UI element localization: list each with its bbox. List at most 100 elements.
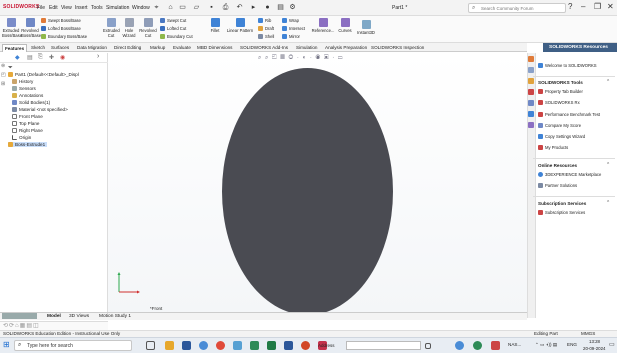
filter-icon[interactable]: ⏷ (8, 65, 13, 72)
home-icon[interactable]: ⌂ (166, 3, 175, 12)
file-properties-icon[interactable]: ▤ (276, 3, 285, 12)
section-title-tools[interactable]: SOLIDWORKS Tools (538, 80, 583, 85)
menu-file[interactable]: File (37, 5, 45, 11)
options-icon[interactable]: ⚙ (288, 3, 297, 12)
collapse-section-icon[interactable]: ⌃ (606, 162, 610, 168)
revolved-boss-button[interactable]: Revolved Boss/Base (21, 18, 41, 38)
shell-button[interactable]: Shell (258, 34, 274, 40)
dimxpert-tab-icon[interactable]: ✚ (49, 54, 54, 61)
tree-item-solid-bodies[interactable]: Solid Bodies(1) (12, 100, 50, 106)
copy-settings-link[interactable]: Copy Settings Wizard (538, 134, 585, 140)
print-icon[interactable]: ⎙ (221, 3, 230, 12)
tree-root[interactable]: Part1 (Default<<Default>_Displ (8, 72, 79, 78)
tray-icons[interactable]: ⌃ ▭ ◖)) ▤ (535, 342, 557, 348)
menu-edit[interactable]: Edit (49, 5, 58, 11)
extruded-boss-button[interactable]: Extruded Boss/Base (2, 18, 22, 38)
hole-wizard-button[interactable]: Hole Wizard (120, 18, 138, 38)
tab-motion-study[interactable]: Motion Study 1 (99, 313, 131, 320)
property-tab-builder-link[interactable]: Property Tab Builder (538, 89, 583, 95)
chevron-right-icon[interactable]: › (97, 53, 99, 60)
tab-features[interactable]: Features (2, 44, 28, 52)
collapse-section-icon[interactable]: ⌃ (606, 79, 610, 85)
tab-simulation[interactable]: Simulation (294, 44, 319, 52)
intersect-button[interactable]: Intersect (282, 26, 305, 32)
partner-solutions-link[interactable]: Partner Solutions (538, 183, 577, 189)
feature-manager-tab-icon[interactable]: ◆ (15, 54, 20, 61)
tab-analysis-preparation[interactable]: Analysis Preparation (323, 44, 369, 52)
help-icon[interactable]: ? (568, 2, 572, 11)
file-explorer-icon[interactable] (165, 341, 174, 350)
restore-icon[interactable]: ❐ (594, 2, 601, 11)
save-icon[interactable]: ▪ (207, 3, 216, 12)
new-document-icon[interactable]: ▭ (178, 3, 187, 12)
edge-icon[interactable] (199, 341, 208, 350)
compare-score-link[interactable]: Compare My Score (538, 123, 581, 129)
design-library-tab-icon[interactable] (528, 67, 534, 73)
tree-item-right-plane[interactable]: Right Plane (12, 128, 43, 134)
select-icon[interactable]: ▸ (249, 3, 258, 12)
word-icon[interactable] (284, 341, 293, 350)
rib-button[interactable]: Rib (258, 18, 271, 24)
notifications-icon[interactable]: ▭ (609, 341, 615, 348)
heads-up-view-toolbar[interactable]: ⌕ ⌕ ◰ ▦ ◎ · ◐ · ◉ ▣ · ▭ (258, 55, 343, 62)
rebuild-icon[interactable]: ● (263, 3, 272, 12)
marketplace-link[interactable]: 3DEXPERIENCE Marketplace (538, 172, 601, 178)
menu-view[interactable]: View (61, 5, 72, 11)
solidworks-resources-tab-icon[interactable] (528, 56, 534, 62)
windows-start-icon[interactable]: ⊞ (3, 340, 10, 349)
my-products-link[interactable]: My Products (538, 145, 568, 151)
subscription-services-link[interactable]: Subscription Services (538, 210, 585, 216)
close-icon[interactable]: ✕ (607, 2, 614, 11)
tray-nas-label[interactable]: NAS... (508, 342, 521, 347)
tree-item-top-plane[interactable]: Top Plane (12, 121, 39, 127)
menu-simulation[interactable]: Simulation (106, 5, 129, 11)
view-palette-tab-icon[interactable] (528, 89, 534, 95)
welcome-link[interactable]: Welcome to SOLIDWORKS (538, 63, 597, 69)
minimize-icon[interactable]: – (581, 2, 585, 11)
undo-icon[interactable]: ↶ (235, 3, 244, 12)
display-manager-tab-icon[interactable]: ◉ (60, 54, 65, 61)
boundary-cut-button[interactable]: Boundary Cut (160, 34, 193, 40)
tab-mbd-dimensions[interactable]: MBD Dimensions (195, 44, 234, 52)
dock-icon[interactable]: ◰ (1, 72, 6, 78)
open-icon[interactable]: ▱ (192, 3, 201, 12)
split-icon[interactable]: ⊞ (1, 81, 5, 87)
taskbar-search[interactable]: ⌕ Type here for search (14, 340, 132, 351)
tab-sketch[interactable]: Sketch (29, 44, 47, 52)
tab-model[interactable]: Model (47, 313, 61, 320)
task-view-icon[interactable] (146, 341, 155, 350)
section-title-subscription[interactable]: Subscription Services (538, 201, 586, 206)
extruded-cut-button[interactable]: Extruded Cut (103, 18, 120, 38)
boundary-boss-button[interactable]: Boundary Boss/Base (41, 34, 87, 40)
app-icon[interactable] (250, 341, 259, 350)
curves-button[interactable]: Curves (336, 18, 354, 33)
tab-scrollbar[interactable] (2, 313, 37, 319)
extruded-disc-body[interactable] (222, 68, 393, 315)
excel-icon[interactable] (267, 341, 276, 350)
benchmark-link[interactable]: Performance Benchmark Test (538, 112, 600, 118)
solidworks-taskbar-icon[interactable] (301, 341, 310, 350)
lofted-boss-button[interactable]: Lofted Boss/Base (41, 26, 81, 32)
tab-data-migration[interactable]: Data Migration (75, 44, 109, 52)
swept-boss-button[interactable]: Swept Boss/Base (41, 18, 81, 24)
tab-evaluate[interactable]: Evaluate (171, 44, 193, 52)
search-input[interactable]: ⌕ Search Community Forum (468, 3, 566, 13)
address-go-icon[interactable] (425, 343, 431, 349)
tree-item-front-plane[interactable]: Front Plane (12, 114, 43, 120)
tab-surfaces[interactable]: Surfaces (49, 44, 71, 52)
tab-direct-editing[interactable]: Direct Editing (112, 44, 143, 52)
units-selector[interactable]: MMGS (581, 331, 595, 336)
solidworks-logo[interactable]: SOLIDWORKS (3, 4, 39, 10)
menu-tools[interactable]: Tools (91, 5, 103, 11)
tab-3d-views[interactable]: 3D Views (69, 313, 89, 320)
instant3d-button[interactable]: Instant3D (355, 20, 377, 35)
swept-cut-button[interactable]: Swept Cut (160, 18, 186, 24)
clock-time[interactable]: 13:28 (589, 339, 600, 344)
custom-properties-tab-icon[interactable] (528, 111, 534, 117)
solidworks-forum-tab-icon[interactable] (528, 122, 534, 128)
tray-app-icon[interactable] (491, 341, 500, 350)
tree-item-annotations[interactable]: Annotations (12, 93, 43, 99)
linear-pattern-button[interactable]: Linear Pattern (226, 18, 254, 33)
lofted-cut-button[interactable]: Lofted Cut (160, 26, 186, 32)
configuration-manager-tab-icon[interactable]: ⎘ (38, 54, 43, 61)
